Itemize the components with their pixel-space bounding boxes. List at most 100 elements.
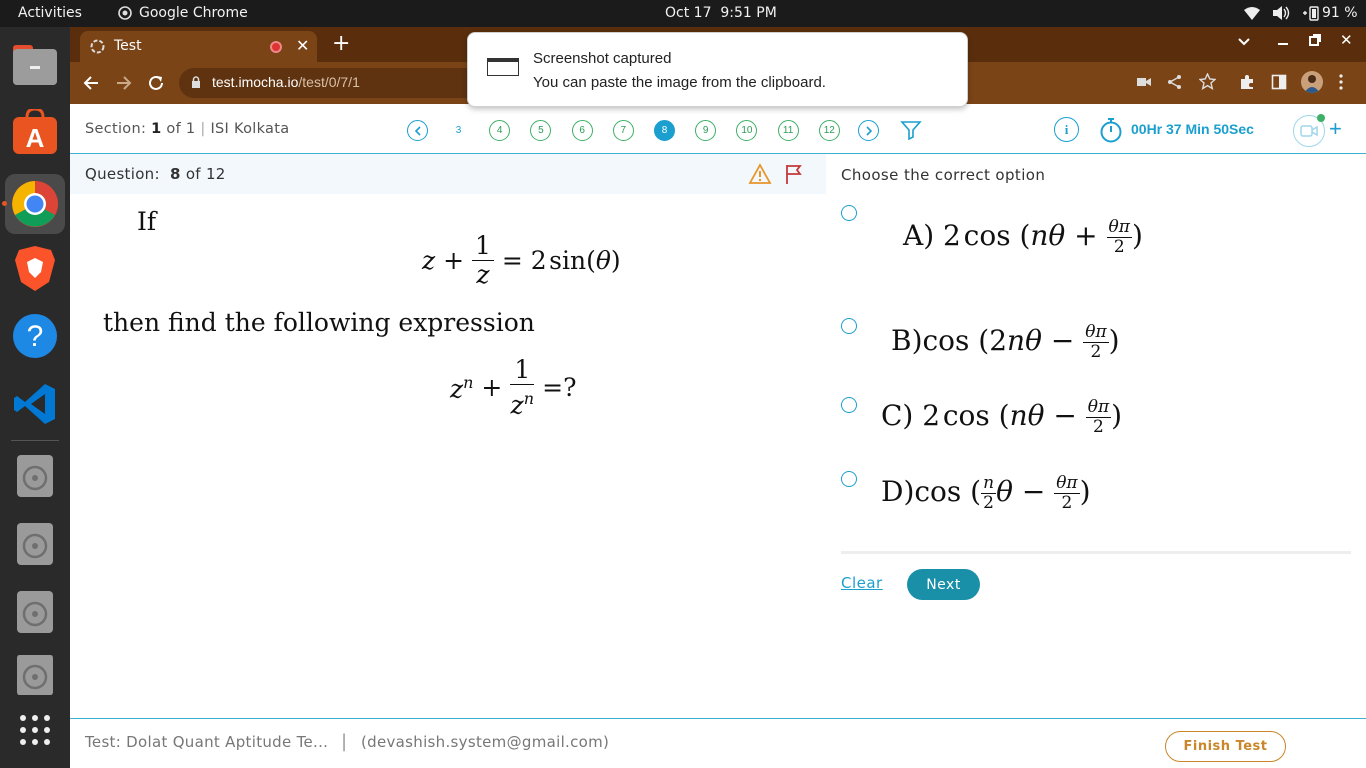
option-c-text[interactable]: C) 2 cos (nθ − θπ 2) [881,398,1122,437]
option-a-text[interactable]: A) 2 cos (nθ + θπ 2) [903,218,1143,257]
option-d-text[interactable]: D)cos (n 2 θ − θπ 2) [881,474,1091,513]
section-name: ISI Kolkata [210,121,290,137]
window-close-icon[interactable]: ✕ [1340,31,1353,49]
restore-icon[interactable] [1308,32,1322,51]
tab-title: Test [114,38,142,54]
timer-text: 00Hr 37 Min 50Sec [1131,121,1254,137]
section-separator: | [200,121,206,137]
tab-close-icon[interactable]: ✕ [296,36,309,55]
bookmark-star-icon[interactable] [1199,73,1216,90]
next-button[interactable]: Next [907,569,980,600]
filter-icon[interactable] [900,119,922,145]
help-icon[interactable]: ? [10,311,60,361]
question-header: Question: 8 of 12 [70,154,826,194]
svg-text:A: A [26,123,45,153]
disk-drive-icon[interactable] [10,655,60,695]
option-a-radio[interactable] [841,205,857,221]
software-center-icon[interactable]: A [10,107,60,157]
question-number-10[interactable]: 10 [736,120,758,141]
section-current: 1 [151,121,162,137]
finish-test-button[interactable]: Finish Test [1165,731,1286,762]
forward-arrow-icon[interactable] [115,74,133,92]
test-name: Test: Dolat Quant Aptitude Te... [85,733,329,751]
answer-panel: Choose the correct option A) 2 cos (nθ +… [826,154,1366,604]
notification-body: You can paste the image from the clipboa… [533,74,826,91]
section-of: of 1 [166,121,196,137]
question-number-8[interactable]: 8 [654,120,675,141]
question-number-11[interactable]: 11 [777,120,799,141]
disk-drive-icon[interactable] [10,587,60,637]
option-b-text[interactable]: B)cos (2nθ − θπ 2) [891,323,1120,362]
minimize-icon[interactable] [1276,32,1290,51]
lock-icon[interactable] [191,76,201,93]
files-app-icon[interactable] [10,40,60,90]
url-field[interactable]: test.imocha.io/test/0/7/1 [179,68,497,98]
question-number-12[interactable]: 12 [818,120,840,141]
next-questions-button[interactable] [858,120,879,141]
vscode-icon[interactable] [10,379,60,429]
option-d-radio[interactable] [841,471,857,487]
test-footer: Test: Dolat Quant Aptitude Te... | (deva… [70,718,1366,768]
prev-questions-button[interactable] [407,120,428,141]
activities-button[interactable]: Activities [18,5,82,21]
chrome-dock-icon[interactable] [5,174,65,234]
section-label: Section: [85,121,147,137]
dock-divider [11,440,59,441]
new-tab-icon[interactable]: + [332,31,350,56]
add-icon[interactable]: + [1329,116,1342,142]
answer-prompt: Choose the correct option [841,166,1046,184]
app-menu[interactable]: Google Chrome [139,5,248,21]
question-number-7[interactable]: 7 [612,120,634,141]
test-header: Section: 1 of 1 | ISI Kolkata 3 4 5 6 7 8 9 10 1… [70,104,1366,154]
warning-icon[interactable] [748,163,772,189]
wifi-icon[interactable] [1244,6,1260,24]
question-text-then: then find the following expression [103,308,535,337]
brave-browser-icon[interactable] [10,243,60,293]
show-apps-grid-icon[interactable] [10,705,60,755]
volume-icon[interactable] [1272,5,1290,25]
tab-favicon-icon [90,39,105,58]
url-text: test.imocha.io/test/0/7/1 [212,74,360,90]
flag-icon[interactable] [784,163,804,189]
camera-status-dot [1317,114,1325,122]
question-number-3[interactable]: 3 [448,120,469,141]
question-number-4[interactable]: 4 [489,120,511,141]
section-info: Section: 1 of 1 | ISI Kolkata [85,121,289,137]
question-total: of 12 [185,165,226,183]
footer-separator: | [341,731,348,752]
battery-icon[interactable] [1302,5,1320,25]
clear-button[interactable]: Clear [841,574,883,592]
disk-drive-icon[interactable] [10,451,60,501]
url-domain: test.imocha.io [212,74,299,90]
question-number-6[interactable]: 6 [571,120,593,141]
question-number-5[interactable]: 5 [530,120,552,141]
running-indicator [2,201,7,206]
profile-avatar[interactable] [1301,71,1323,93]
disk-drive-icon[interactable] [10,519,60,569]
question-label: Question: [85,165,160,183]
option-c-radio[interactable] [841,397,857,413]
user-email: (devashish.system@gmail.com) [361,733,610,751]
clock[interactable]: Oct 17 9:51 PM [665,5,777,21]
screenshot-notification[interactable]: Screenshot captured You can paste the im… [467,32,968,107]
question-number-9[interactable]: 9 [695,120,717,141]
chrome-menu-icon[interactable] [1338,74,1344,90]
time-text: 9:51 PM [720,5,777,21]
share-icon[interactable] [1167,74,1183,90]
tab-search-chevron-icon[interactable] [1237,33,1251,52]
system-top-bar: Activities Google Chrome Oct 17 9:51 PM … [0,0,1366,27]
recording-indicator-icon [270,41,282,53]
stopwatch-icon [1099,117,1123,147]
back-arrow-icon[interactable] [82,74,100,92]
camera-indicator-icon[interactable] [1136,75,1152,89]
question-text-if: If [137,207,157,236]
browser-tab[interactable]: Test ✕ [80,31,317,62]
battery-percent: 91 % [1322,5,1358,21]
side-panel-icon[interactable] [1271,74,1287,90]
extensions-puzzle-icon[interactable] [1239,74,1255,90]
reload-icon[interactable] [147,74,165,92]
option-b-radio[interactable] [841,318,857,334]
screenshot-thumbnail-icon [487,58,519,81]
svg-text:?: ? [27,320,44,353]
info-icon[interactable]: i [1054,117,1079,142]
